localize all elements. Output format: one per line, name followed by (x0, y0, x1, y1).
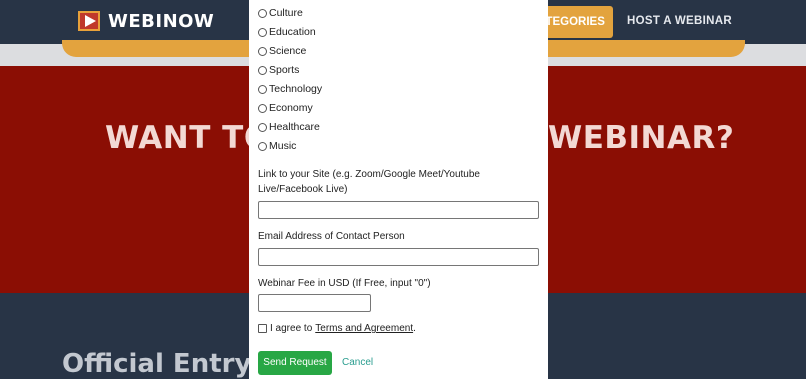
agree-checkbox[interactable] (258, 324, 267, 333)
radio-button[interactable] (258, 65, 267, 75)
fee-input[interactable] (258, 294, 371, 312)
category-label: Economy (269, 102, 313, 114)
category-label: Science (269, 45, 307, 57)
fee-label: Webinar Fee in USD (If Free, input "0") (258, 278, 431, 289)
category-option[interactable]: Music (258, 140, 296, 152)
radio-button[interactable] (258, 27, 267, 37)
radio-button[interactable] (258, 141, 267, 151)
cancel-button[interactable]: Cancel (342, 357, 373, 368)
brand-name: WEBINOW (108, 10, 215, 32)
category-option[interactable]: Culture (258, 7, 303, 19)
agree-text: I agree to (270, 323, 313, 334)
agree-row: I agree to Terms and Agreement . (258, 323, 416, 334)
category-option[interactable]: Healthcare (258, 121, 320, 133)
category-label: Technology (269, 83, 323, 95)
radio-button[interactable] (258, 122, 267, 132)
play-logo-icon (78, 9, 104, 33)
radio-button[interactable] (258, 8, 267, 18)
agree-end: . (413, 323, 416, 334)
radio-button[interactable] (258, 103, 267, 113)
category-label: Music (269, 140, 297, 152)
email-input[interactable] (258, 248, 539, 266)
request-webinar-modal: Culture Education Science Sports Technol… (249, 0, 548, 379)
site-link-input[interactable] (258, 201, 539, 219)
site-link-label: Link to your Site (e.g. Zoom/Google Meet… (258, 169, 480, 195)
radio-button[interactable] (258, 46, 267, 56)
category-option[interactable]: Economy (258, 102, 313, 114)
category-label: Culture (269, 7, 303, 19)
hero-heading-left: WANT TO (105, 120, 271, 156)
category-label: Sports (269, 64, 300, 76)
hero-heading-right: WEBINAR? (548, 120, 735, 156)
category-label: Healthcare (269, 121, 320, 133)
category-option[interactable]: Science (258, 45, 306, 57)
category-label: Education (269, 26, 316, 38)
terms-link[interactable]: Terms and Agreement (315, 323, 413, 334)
email-label: Email Address of Contact Person (258, 231, 405, 242)
radio-button[interactable] (258, 84, 267, 94)
send-request-button[interactable]: Send Request (258, 351, 332, 375)
nav-host-webinar-link[interactable]: HOST A WEBINAR (627, 15, 732, 27)
category-option[interactable]: Technology (258, 83, 322, 95)
category-option[interactable]: Education (258, 26, 316, 38)
category-option[interactable]: Sports (258, 64, 299, 76)
brand-logo[interactable]: WEBINOW (78, 9, 214, 33)
